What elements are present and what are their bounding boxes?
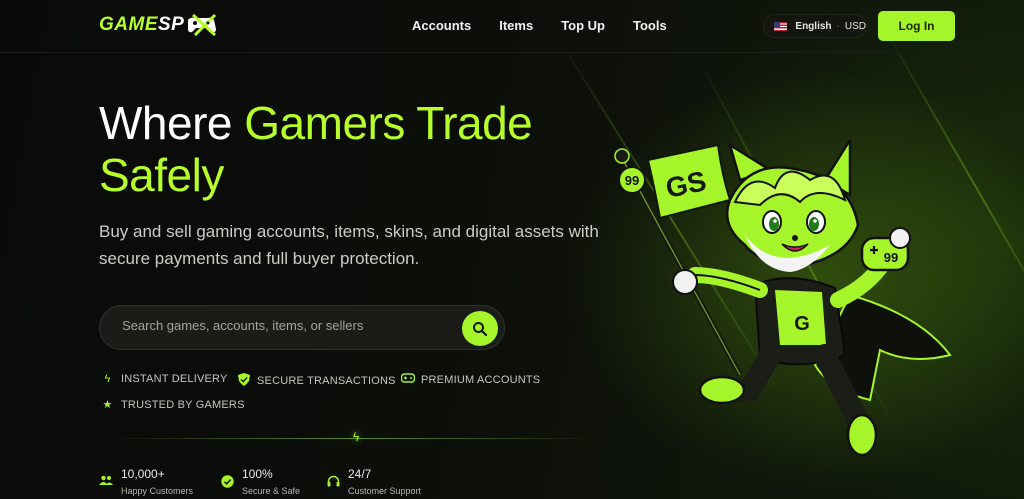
svg-text:99: 99: [884, 250, 898, 265]
search-input[interactable]: [122, 318, 452, 333]
us-flag-icon: [774, 21, 788, 31]
search-button[interactable]: [462, 311, 498, 346]
badge-99-text: 99: [625, 173, 639, 188]
users-icon: [99, 475, 113, 489]
verified-icon: [220, 475, 234, 491]
nav-top-up[interactable]: Top Up: [561, 18, 605, 33]
stat-happy-customers: 10,000+ Happy Customers: [99, 467, 193, 496]
login-button[interactable]: Log In: [878, 11, 955, 41]
top-navbar: GAME SP Accounts Items Top Up Tools Engli…: [0, 0, 1024, 53]
nav-tools[interactable]: Tools: [633, 18, 667, 33]
gamespox-logo[interactable]: GAME SP: [99, 14, 219, 36]
shirt-letter-text: G: [794, 313, 810, 335]
star-icon: ★: [102, 399, 113, 411]
stat-secure: 100% Secure & Safe: [220, 467, 300, 496]
fox-mascot-illustration: 99 GS G 99: [614, 140, 952, 457]
language-currency-selector[interactable]: English · USD: [763, 14, 867, 38]
feature-item: ϟ INSTANT DELIVERY: [101, 373, 228, 385]
search-bar: [99, 305, 505, 350]
search-icon: [473, 321, 488, 336]
feature-item: ★ TRUSTED BY GAMERS: [102, 398, 245, 412]
stat-support: 24/7 Customer Support: [326, 467, 421, 496]
main-nav: Accounts Items Top Up Tools: [412, 18, 667, 33]
logo-controller-icon: [188, 14, 217, 36]
hero-subtitle: Buy and sell gaming accounts, items, ski…: [99, 222, 599, 268]
divider-bolt-icon: ϟ: [352, 430, 360, 444]
gamepad-icon: [400, 373, 416, 386]
separator-dot: ·: [836, 20, 840, 32]
shield-check-icon: [237, 373, 250, 389]
currency-label: USD: [844, 20, 866, 32]
headset-icon: [326, 475, 340, 491]
bolt-icon: ϟ: [104, 373, 111, 385]
language-label: English: [795, 20, 832, 32]
hero-title: Where Gamers Trade Safely: [99, 97, 533, 201]
nav-accounts[interactable]: Accounts: [412, 18, 471, 33]
nav-items[interactable]: Items: [499, 18, 533, 33]
feature-item: PREMIUM ACCOUNTS: [400, 373, 540, 386]
feature-item: SECURE TRANSACTIONS: [237, 373, 396, 389]
